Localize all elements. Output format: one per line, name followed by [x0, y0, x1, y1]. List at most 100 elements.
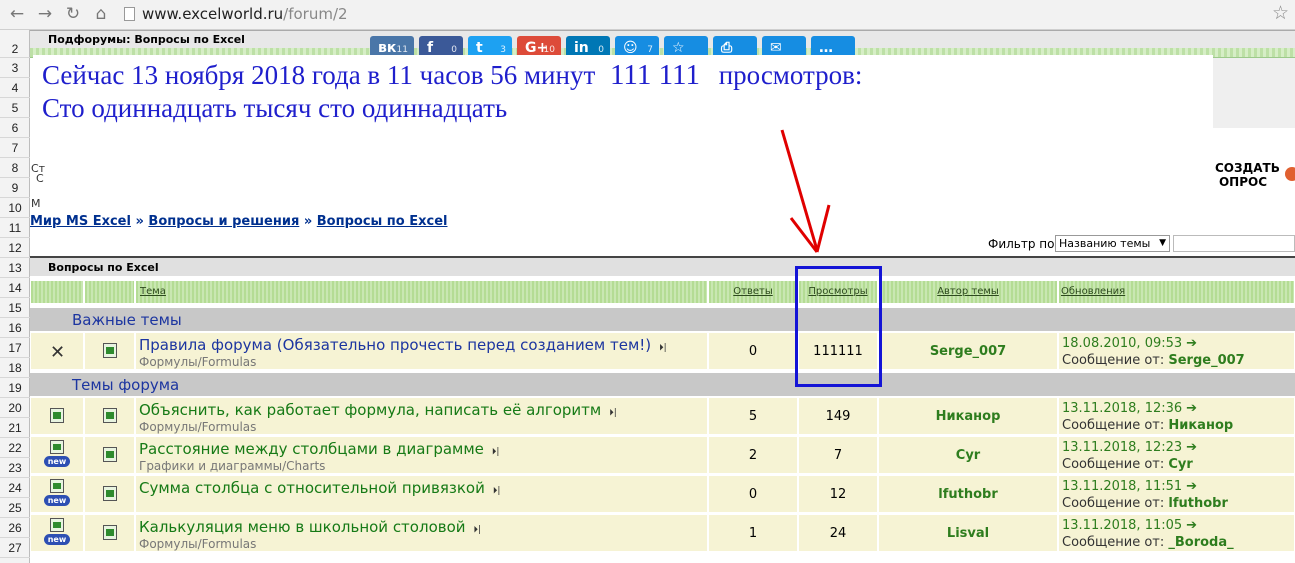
topic-author[interactable]: Cyr [879, 448, 1057, 463]
row-number[interactable]: 25 [0, 498, 30, 518]
row-number[interactable]: 3 [0, 58, 30, 78]
replies-cell: 0 [708, 475, 798, 513]
row-number[interactable]: 22 [0, 438, 30, 458]
replies-count: 5 [748, 409, 758, 424]
goto-last-post-icon[interactable]: ➔ [1186, 401, 1197, 416]
row-number[interactable]: 19 [0, 378, 30, 398]
topic-row: new Расстояние между столбцами в диаграмм… [30, 436, 1295, 474]
goto-last-post-icon[interactable]: ➔ [1186, 479, 1197, 494]
topic-author[interactable]: Serge_007 [879, 344, 1057, 359]
forum-title-bar: Вопросы по Excel [30, 256, 1295, 276]
topic-author[interactable]: Lisval [879, 526, 1057, 541]
filter-select[interactable]: Названию темы ▼ [1055, 235, 1170, 252]
topic-title[interactable]: Правила форума (Обязательно прочесть пер… [139, 336, 667, 354]
last-page-icon[interactable]: ⏵| [474, 525, 482, 535]
row-number[interactable]: 26 [0, 518, 30, 538]
row-number[interactable]: 12 [0, 238, 30, 258]
row-number[interactable]: 4 [0, 78, 30, 98]
excel-doc-icon [103, 525, 117, 540]
goto-last-post-icon[interactable]: ➔ [1186, 440, 1197, 455]
topic-category[interactable]: Формулы/Formulas [139, 420, 256, 434]
topic-author[interactable]: lfuthobr [879, 487, 1057, 502]
views-count: 149 [825, 409, 851, 424]
row-number[interactable]: 21 [0, 418, 30, 438]
row-number[interactable]: 23 [0, 458, 30, 478]
topic-title[interactable]: Сумма столбца с относительной привязкой ⏵… [139, 479, 500, 497]
column-header-topic[interactable]: Тема [135, 280, 708, 304]
row-number[interactable]: 11 [0, 218, 30, 238]
row-number[interactable]: 8 [0, 158, 30, 178]
filter-input[interactable] [1173, 235, 1295, 252]
facebook-icon: f [427, 40, 434, 56]
topic-title[interactable]: Расстояние между столбцами в диаграмме ⏵| [139, 440, 499, 458]
last-page-icon[interactable]: ⏵| [659, 343, 667, 353]
column-header-author[interactable]: Автор темы [878, 280, 1058, 304]
breadcrumb-link-questions[interactable]: Вопросы и решения [148, 214, 299, 229]
topic-category[interactable]: Формулы/Formulas [139, 537, 256, 551]
topic-cell: Калькуляция меню в школьной столовой ⏵| Фо… [135, 514, 708, 552]
column-header-replies[interactable]: Ответы [708, 280, 798, 304]
row-number[interactable]: 2 [0, 40, 30, 58]
row-number[interactable]: 15 [0, 298, 30, 318]
topic-author[interactable]: Никанор [879, 409, 1057, 424]
views-count: 12 [829, 487, 847, 502]
last-page-icon[interactable]: ⏵| [609, 408, 617, 418]
topic-category[interactable]: Графики и диаграммы/Charts [139, 459, 325, 473]
clipped-text: С [36, 172, 44, 185]
goto-last-post-icon[interactable]: ➔ [1186, 518, 1197, 533]
excel-doc-icon [103, 343, 117, 358]
reload-icon[interactable]: ↻ [62, 3, 84, 25]
url-path: /forum/2 [283, 5, 348, 23]
home-icon[interactable]: ⌂ [90, 3, 112, 25]
row-number[interactable]: 10 [0, 198, 30, 218]
breadcrumb-link-excel[interactable]: Вопросы по Excel [317, 214, 448, 229]
topic-category[interactable]: Формулы/Formulas [139, 355, 256, 369]
excel-doc-icon [103, 447, 117, 462]
topic-title[interactable]: Объяснить, как работает формула, написат… [139, 401, 617, 419]
closed-x-icon: ✕ [50, 342, 66, 363]
breadcrumb-link-home[interactable]: Мир MS Excel [30, 214, 131, 229]
views-cell: 24 [798, 514, 878, 552]
column-header-icon [84, 280, 135, 304]
replies-cell: 0 [708, 332, 798, 370]
row-number[interactable]: 17 [0, 338, 30, 358]
last-page-icon[interactable]: ⏵| [493, 486, 501, 496]
row-number[interactable]: 14 [0, 278, 30, 298]
last-poster: Сообщение от: Cyr [1062, 457, 1193, 472]
update-date: 13.11.2018, 12:36 ➔ [1062, 401, 1198, 416]
print-icon: ⎙ [721, 40, 733, 56]
row-number[interactable]: 27 [0, 538, 30, 558]
update-date: 13.11.2018, 11:51 ➔ [1062, 479, 1198, 494]
update-date: 13.11.2018, 12:23 ➔ [1062, 440, 1198, 455]
views-count: 7 [833, 448, 843, 463]
right-panel [1213, 58, 1295, 128]
bookmark-star-icon[interactable]: ☆ [1272, 2, 1289, 24]
column-header-updates[interactable]: Обновления [1058, 280, 1295, 304]
update-date: 13.11.2018, 11:05 ➔ [1062, 518, 1198, 533]
row-number[interactable]: 13 [0, 258, 30, 278]
row-number[interactable]: 18 [0, 358, 30, 378]
row-number[interactable]: 9 [0, 178, 30, 198]
create-poll-label: СОЗДАТЬ ОПРОС [1215, 161, 1280, 189]
subforums-label: Подфорумы: Вопросы по Excel [48, 33, 245, 46]
overlay-line-2: Сто одиннадцать тысяч сто одиннадцать [42, 93, 508, 123]
address-bar[interactable]: www.excelworld.ru/forum/2 [122, 3, 1282, 25]
row-number[interactable]: 20 [0, 398, 30, 418]
last-poster: Сообщение от: _Boroda_ [1062, 535, 1234, 550]
create-poll-button[interactable]: СОЗДАТЬ ОПРОС [1213, 157, 1295, 197]
row-number[interactable]: 7 [0, 138, 30, 158]
views-cell: 12 [798, 475, 878, 513]
status-cell: new [30, 436, 84, 474]
back-arrow-icon[interactable]: ← [6, 3, 28, 25]
goto-last-post-icon[interactable]: ➔ [1186, 336, 1197, 351]
topic-title[interactable]: Калькуляция меню в школьной столовой ⏵| [139, 518, 481, 536]
last-poster: Сообщение от: lfuthobr [1062, 496, 1228, 511]
row-number[interactable]: 24 [0, 478, 30, 498]
row-number[interactable]: 16 [0, 318, 30, 338]
views-cell: 149 [798, 397, 878, 435]
vk-icon: вк [378, 40, 397, 56]
row-number[interactable]: 6 [0, 118, 30, 138]
forward-arrow-icon[interactable]: → [34, 3, 56, 25]
row-number[interactable]: 5 [0, 98, 30, 118]
last-page-icon[interactable]: ⏵| [492, 447, 500, 457]
